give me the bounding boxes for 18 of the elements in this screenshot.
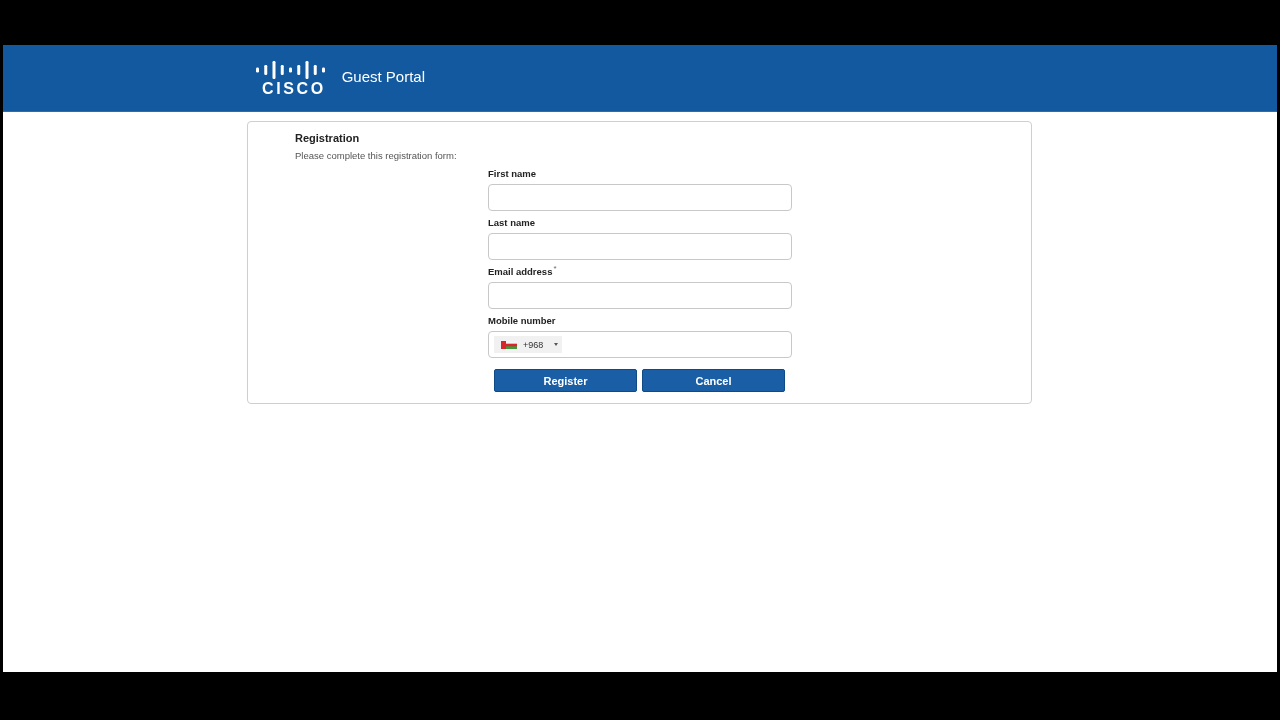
logo-bars-icon <box>256 61 325 79</box>
flag-icon <box>501 340 517 349</box>
form-button[interactable]: Register <box>494 369 637 392</box>
field-label: Mobile number <box>488 315 556 327</box>
form-title: Registration <box>295 131 360 145</box>
portal-title: Guest Portal <box>341 67 426 85</box>
caret-icon <box>554 343 559 346</box>
country-code-dropdown[interactable]: +968 <box>494 336 563 353</box>
text-input-field[interactable] <box>488 282 792 309</box>
logo-text: CISCO <box>262 81 326 97</box>
text-input-field[interactable] <box>488 233 792 260</box>
phone-input-field[interactable]: +968 <box>488 331 792 358</box>
field-label: First name <box>488 168 537 180</box>
form-button[interactable]: Cancel <box>642 369 785 392</box>
field-label: Last name <box>488 217 535 229</box>
text-input-field[interactable] <box>488 184 792 211</box>
field-label: Email address$^{*}$ <box>488 266 557 278</box>
form-instructions: Please complete this registration form: <box>295 150 457 162</box>
